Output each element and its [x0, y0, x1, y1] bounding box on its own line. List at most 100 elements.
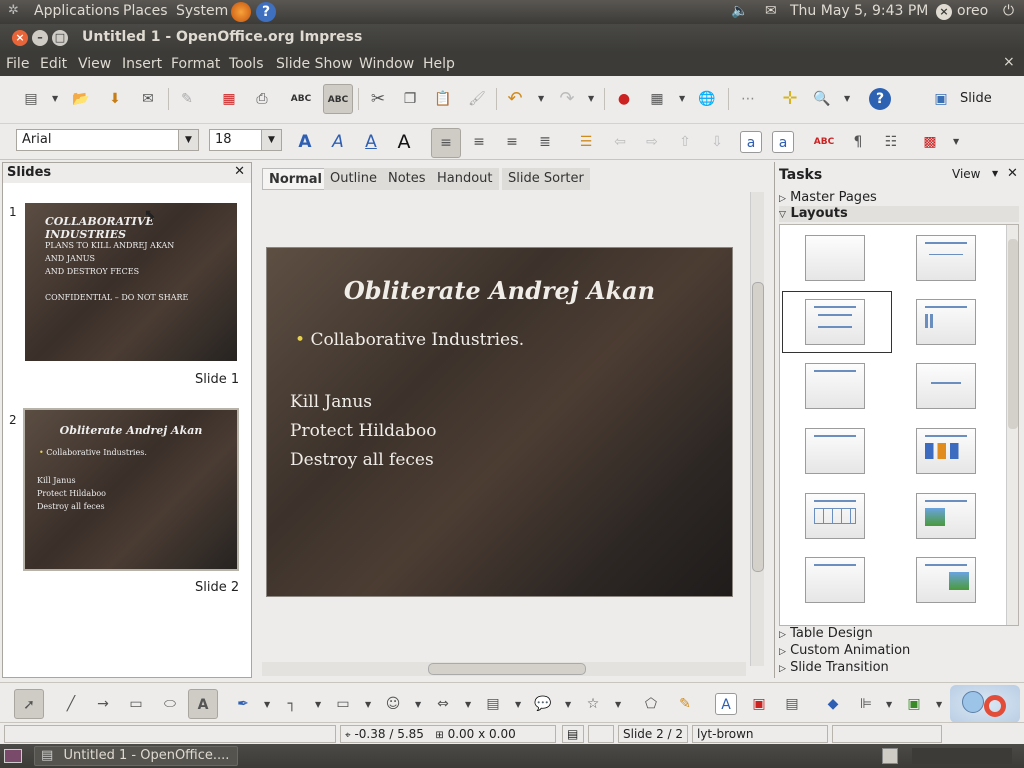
align-dropdown-icon[interactable]: ▼ — [886, 700, 892, 709]
table-icon[interactable]: ▦ — [646, 88, 668, 110]
hyperlink-icon[interactable]: 🌐 — [696, 88, 718, 110]
user-status-icon[interactable]: × — [936, 4, 952, 20]
layout-title-slide[interactable] — [805, 363, 865, 409]
new-dropdown-icon[interactable]: ▼ — [52, 94, 58, 103]
ubuntu-logo-icon[interactable]: ✲ — [8, 3, 19, 18]
rectangle-icon[interactable]: ▭ — [125, 693, 147, 715]
text-box-icon[interactable]: a — [740, 131, 762, 153]
chart-icon[interactable]: ● — [613, 88, 635, 110]
system-menu[interactable]: System — [176, 3, 228, 19]
tab-outline[interactable]: Outline — [324, 168, 384, 190]
slide-bullet[interactable]: Collaborative Industries. — [310, 330, 524, 350]
move-up-icon[interactable]: ⇧ — [674, 131, 696, 153]
trash-icon[interactable] — [882, 748, 898, 764]
bold-icon[interactable]: A — [294, 131, 316, 153]
align-objects-icon[interactable]: ⊫ — [855, 693, 877, 715]
current-slide[interactable]: Obliterate Andrej Akan • Collaborative I… — [266, 247, 733, 597]
paragraph-icon[interactable]: ¶ — [847, 131, 869, 153]
tasks-view-menu[interactable]: View — [952, 167, 980, 181]
tab-notes[interactable]: Notes — [382, 168, 432, 190]
glue-points-icon[interactable]: ✎ — [674, 693, 696, 715]
undo-dropdown-icon[interactable]: ▼ — [538, 94, 544, 103]
menu-insert[interactable]: Insert — [122, 56, 162, 72]
close-document-icon[interactable]: × — [1003, 54, 1015, 70]
flowchart-dropdown-icon[interactable]: ▼ — [515, 700, 521, 709]
font-size-combo[interactable]: 18 ▼ — [209, 129, 282, 151]
area-dropdown-icon[interactable]: ▼ — [953, 137, 959, 146]
callouts-icon[interactable]: 💬 — [532, 693, 554, 715]
insert-video-icon[interactable]: ▤ — [781, 693, 803, 715]
size-dropdown-icon[interactable]: ▼ — [261, 130, 281, 150]
italic-icon[interactable]: A — [327, 131, 349, 153]
applications-menu[interactable]: Applications — [34, 3, 120, 19]
helplines-icon[interactable]: ✛ — [779, 88, 801, 110]
horizontal-scroll-thumb[interactable] — [428, 663, 586, 675]
help-agent-icon[interactable] — [950, 685, 1020, 723]
block-arrows-icon[interactable]: ⇔ — [432, 693, 454, 715]
text-tool-icon[interactable]: A — [188, 689, 218, 719]
arrow-line-icon[interactable]: → — [92, 693, 114, 715]
layout-title-object[interactable] — [805, 428, 865, 474]
tab-slide-sorter[interactable]: Slide Sorter — [502, 168, 590, 190]
close-window-button[interactable]: × — [12, 30, 28, 46]
power-icon[interactable]: ⏻ — [1003, 3, 1014, 19]
font-name-combo[interactable]: Arial ▼ — [16, 129, 199, 151]
underline-icon[interactable]: A — [360, 131, 382, 153]
font-dropdown-icon[interactable]: ▼ — [178, 130, 198, 150]
clock[interactable]: Thu May 5, 9:43 PM — [790, 3, 928, 19]
select-icon[interactable]: ➚ — [14, 689, 44, 719]
places-menu[interactable]: Places — [123, 3, 168, 19]
user-name[interactable]: oreo — [957, 3, 988, 19]
layout-title-only-content[interactable] — [916, 235, 976, 281]
document-modified-icon[interactable]: ▤ — [562, 725, 584, 743]
section-layouts[interactable]: ▽ Layouts — [779, 206, 1019, 222]
menu-view[interactable]: View — [78, 56, 111, 72]
zoom-icon[interactable]: 🔍 — [811, 88, 833, 110]
layouts-scroll-thumb[interactable] — [1008, 239, 1018, 429]
undo-icon[interactable]: ↶ — [504, 88, 526, 110]
section-master-pages[interactable]: ▷ Master Pages — [779, 190, 1019, 206]
new-document-icon[interactable]: ▤ — [20, 88, 42, 110]
align-left-icon[interactable]: ≡ — [431, 128, 461, 158]
layout-text-chart[interactable] — [805, 557, 865, 603]
layout-image-text[interactable] — [916, 493, 976, 539]
menu-edit[interactable]: Edit — [40, 56, 67, 72]
grid-icon[interactable]: ⋯ — [737, 88, 759, 110]
save-icon[interactable]: ⬇ — [104, 88, 126, 110]
flowchart-icon[interactable]: ▤ — [482, 693, 504, 715]
edit-file-icon[interactable]: ✎ — [176, 88, 198, 110]
arrange-dropdown-icon[interactable]: ▼ — [936, 700, 942, 709]
connector-dropdown-icon[interactable]: ▼ — [315, 700, 321, 709]
menu-slide-show[interactable]: Slide Show — [276, 56, 352, 72]
arrange-icon[interactable]: ▣ — [903, 693, 925, 715]
points-icon[interactable]: ⬠ — [640, 693, 662, 715]
font-color-icon[interactable]: A — [393, 131, 415, 153]
menu-tools[interactable]: Tools — [229, 56, 264, 72]
move-down-icon[interactable]: ⇩ — [706, 131, 728, 153]
show-desktop-icon[interactable] — [4, 749, 22, 763]
slide-line-1[interactable]: Kill Janus — [290, 388, 437, 417]
curve-dropdown-icon[interactable]: ▼ — [264, 700, 270, 709]
area-style-icon[interactable]: ▩ — [919, 131, 941, 153]
menu-format[interactable]: Format — [171, 56, 220, 72]
stars-icon[interactable]: ☆ — [582, 693, 604, 715]
stars-dropdown-icon[interactable]: ▼ — [615, 700, 621, 709]
help-icon[interactable]: ? — [256, 2, 276, 22]
bullets-icon[interactable]: ☰ — [575, 131, 597, 153]
tab-handout[interactable]: Handout — [431, 168, 499, 190]
print-icon[interactable]: ⎙ — [251, 88, 273, 110]
paste-icon[interactable]: 📋 — [432, 88, 454, 110]
section-slide-transition[interactable]: ▷ Slide Transition — [779, 660, 1019, 676]
export-pdf-icon[interactable]: ▦ — [218, 88, 240, 110]
layout-title-content[interactable] — [805, 299, 865, 345]
curve-icon[interactable]: ✒ — [232, 693, 254, 715]
fontwork-gallery-icon[interactable]: A — [715, 693, 737, 715]
help-button-icon[interactable]: ? — [869, 88, 891, 110]
slide-title[interactable]: Obliterate Andrej Akan — [267, 276, 732, 305]
firefox-icon[interactable] — [231, 2, 251, 22]
workspace-switcher[interactable] — [912, 748, 1012, 764]
layout-blank[interactable] — [805, 235, 865, 281]
layouts-scrollbar[interactable] — [1006, 225, 1018, 625]
mail-icon[interactable]: ✉ — [765, 3, 777, 19]
menu-file[interactable]: File — [6, 56, 29, 72]
